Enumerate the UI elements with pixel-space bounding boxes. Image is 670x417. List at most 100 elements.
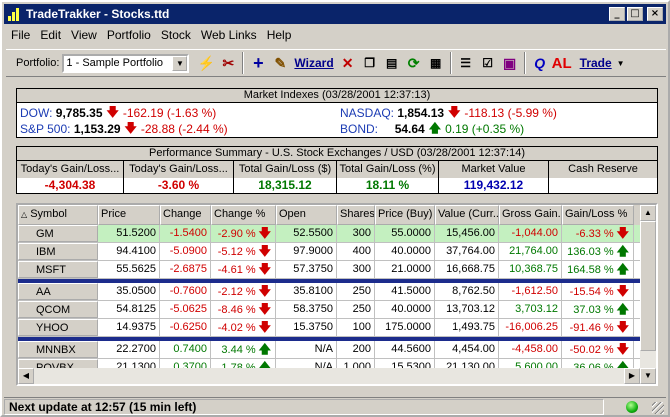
resize-grip-icon[interactable] bbox=[652, 402, 664, 414]
menu-web-links[interactable]: Web Links bbox=[196, 26, 262, 44]
cell-price-buy: 21.0000 bbox=[375, 261, 435, 278]
today-gain-pct: -3.60 % bbox=[124, 178, 234, 194]
performance-header[interactable]: Today's Gain/Loss... bbox=[17, 161, 124, 178]
cell-price: 54.8125 bbox=[98, 301, 160, 318]
cell-gross-gain: -16,006.25 bbox=[499, 319, 562, 336]
cell-shares: 300 bbox=[337, 225, 375, 242]
chevron-down-icon[interactable]: ▼ bbox=[172, 55, 188, 71]
cell-change: -2.6875 bbox=[160, 261, 211, 278]
arrow-up-icon: 🡅 bbox=[616, 262, 629, 276]
stock-grid[interactable]: △ Symbol Price Change Change % Open Shar… bbox=[16, 203, 658, 386]
performance-header[interactable]: Cash Reserve bbox=[549, 161, 657, 178]
table-row[interactable]: AA 35.0500 -0.7600 -2.12 % 🡇 35.8100 250 41.500… bbox=[18, 283, 656, 301]
performance-header[interactable]: Today's Gain/Loss... bbox=[124, 161, 234, 178]
column-header-open[interactable]: Open bbox=[276, 205, 337, 225]
trade-dropdown-icon[interactable]: ▼ bbox=[617, 59, 625, 68]
column-header-symbol[interactable]: △ Symbol bbox=[18, 205, 98, 225]
report-icon[interactable]: ▦ bbox=[425, 52, 447, 74]
cell-symbol: YHOO bbox=[18, 319, 98, 336]
market-value: 119,432.12 bbox=[439, 178, 549, 194]
lightning-icon[interactable]: ⚡ bbox=[195, 52, 217, 74]
checklist-icon[interactable]: ☑ bbox=[477, 52, 499, 74]
minimize-button[interactable]: _ bbox=[609, 7, 625, 21]
index-name: NASDAQ: bbox=[340, 106, 395, 120]
menu-stock[interactable]: Stock bbox=[156, 26, 196, 44]
vertical-scrollbar[interactable]: ▲ ▼ bbox=[640, 205, 656, 384]
column-header-shares[interactable]: Shares bbox=[337, 205, 375, 225]
close-button[interactable]: × bbox=[647, 7, 663, 21]
delete-icon[interactable]: ✕ bbox=[337, 52, 359, 74]
index-pct: (+0.35 %) bbox=[471, 122, 525, 136]
cell-value: 13,703.12 bbox=[435, 301, 499, 318]
cell-value: 15,456.00 bbox=[435, 225, 499, 242]
column-header-value[interactable]: Value (Curr... bbox=[435, 205, 499, 225]
table-row[interactable]: MSFT 55.5625 -2.6875 -4.61 % 🡇 57.3750 300 21.0… bbox=[18, 261, 656, 279]
title-bar: TradeTrakker - Stocks.ttd _ □ × bbox=[4, 4, 666, 24]
quote-icon[interactable]: Q bbox=[529, 52, 551, 74]
cell-change-pct: -2.90 % 🡇 bbox=[211, 225, 276, 242]
cell-gain-loss-pct: 136.03 % 🡅 bbox=[562, 243, 634, 260]
scroll-up-icon[interactable]: ▲ bbox=[640, 205, 656, 221]
arrow-down-icon: 🡇 bbox=[124, 120, 137, 135]
cell-value: 37,764.00 bbox=[435, 243, 499, 260]
column-header-gain-loss-pct[interactable]: Gain/Loss % bbox=[562, 205, 634, 225]
performance-header[interactable]: Total Gain/Loss (%) bbox=[337, 161, 439, 178]
index-pct: (-2.44 %) bbox=[178, 122, 228, 136]
cell-open: 97.9000 bbox=[276, 243, 337, 260]
performance-value-row: -4,304.38 -3.60 % 18,315.12 18.11 % 119,… bbox=[17, 178, 657, 194]
menu-help[interactable]: Help bbox=[262, 26, 297, 44]
refresh-icon[interactable]: ⟳ bbox=[403, 52, 425, 74]
cell-open: 35.8100 bbox=[276, 283, 337, 300]
scroll-left-icon[interactable]: ◀ bbox=[18, 368, 34, 384]
toolbar-separator bbox=[523, 52, 526, 74]
scroll-thumb[interactable] bbox=[640, 221, 656, 351]
performance-header-row: Today's Gain/Loss... Today's Gain/Loss..… bbox=[17, 161, 657, 178]
maximize-button[interactable]: □ bbox=[627, 7, 643, 21]
trade-link[interactable]: Trade bbox=[577, 56, 615, 70]
paste-icon[interactable]: ▤ bbox=[381, 52, 403, 74]
menu-edit[interactable]: Edit bbox=[35, 26, 66, 44]
wizard-link[interactable]: Wizard bbox=[291, 56, 336, 70]
cell-open: 58.3750 bbox=[276, 301, 337, 318]
table-row[interactable]: QCOM 54.8125 -5.0625 -8.46 % 🡇 58.3750 250 40.0… bbox=[18, 301, 656, 319]
table-row[interactable]: IBM 94.4100 -5.0900 -5.12 % 🡇 97.9000 400 40.00… bbox=[18, 243, 656, 261]
scroll-right-icon[interactable]: ▶ bbox=[624, 368, 640, 384]
cell-symbol: AA bbox=[18, 283, 98, 300]
cell-shares: 400 bbox=[337, 243, 375, 260]
menu-view[interactable]: View bbox=[66, 26, 102, 44]
horizontal-scrollbar[interactable]: ◀ ▶ bbox=[18, 368, 640, 384]
options-icon[interactable]: ☰ bbox=[455, 52, 477, 74]
performance-header[interactable]: Market Value bbox=[439, 161, 549, 178]
index-bond: BOND: 54.64 🡅 0.19 (+0.35 %) bbox=[340, 120, 524, 138]
table-row[interactable]: GM 51.5200 -1.5400 -2.90 % 🡇 52.5500 300 55.000… bbox=[18, 225, 656, 243]
table-row[interactable]: MNNBX 22.2700 0.7400 3.44 % 🡅 N/A 200 44.5600 4,… bbox=[18, 341, 656, 359]
arrow-up-icon: 🡅 bbox=[616, 244, 629, 258]
cell-price-buy: 175.0000 bbox=[375, 319, 435, 336]
table-row[interactable]: YHOO 14.9375 -0.6250 -4.02 % 🡇 15.3750 100 175.… bbox=[18, 319, 656, 337]
column-header-price[interactable]: Price bbox=[98, 205, 160, 225]
index-value: 1,153.29 bbox=[73, 122, 121, 136]
copy-icon[interactable]: ❐ bbox=[359, 52, 381, 74]
menu-file[interactable]: File bbox=[6, 26, 35, 44]
cell-symbol: MSFT bbox=[18, 261, 98, 278]
cell-open: 15.3750 bbox=[276, 319, 337, 336]
column-header-gross-gain[interactable]: Gross Gain... bbox=[499, 205, 562, 225]
column-header-price-buy[interactable]: Price (Buy) bbox=[375, 205, 435, 225]
wizard-icon[interactable]: ✎ bbox=[269, 52, 291, 74]
scroll-down-icon[interactable]: ▼ bbox=[640, 368, 656, 384]
add-stock-icon[interactable]: + bbox=[247, 52, 269, 74]
menu-bar: File Edit View Portfolio Stock Web Links… bbox=[6, 26, 296, 44]
portfolio-select[interactable]: 1 - Sample Portfolio ▼ bbox=[62, 53, 190, 73]
book-icon[interactable]: ▣ bbox=[499, 52, 521, 74]
sort-asc-icon: △ bbox=[21, 210, 28, 219]
cell-shares: 300 bbox=[337, 261, 375, 278]
portfolio-select-value: 1 - Sample Portfolio bbox=[66, 57, 164, 69]
menu-portfolio[interactable]: Portfolio bbox=[102, 26, 156, 44]
alert-icon[interactable]: AL bbox=[551, 52, 573, 74]
arrow-down-icon: 🡇 bbox=[258, 226, 271, 240]
column-header-change-pct[interactable]: Change % bbox=[211, 205, 276, 225]
split-icon[interactable]: ✂ bbox=[217, 52, 239, 74]
performance-header[interactable]: Total Gain/Loss ($) bbox=[234, 161, 337, 178]
cell-open: N/A bbox=[276, 341, 337, 358]
column-header-change[interactable]: Change bbox=[160, 205, 211, 225]
